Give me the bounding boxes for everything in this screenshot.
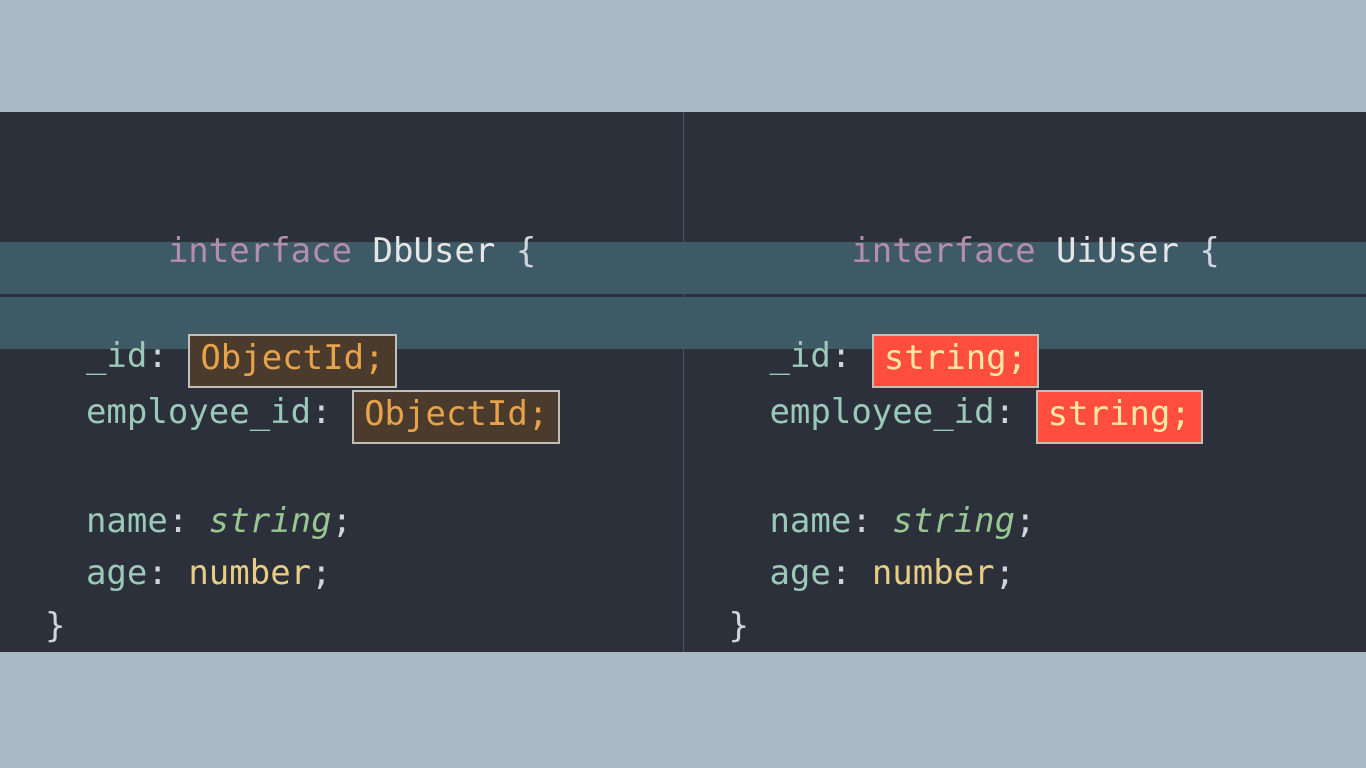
left-line-id: _id: ObjectId; — [45, 330, 663, 386]
left-declaration: interface DbUser { — [45, 172, 663, 330]
blank-line — [729, 442, 1347, 495]
left-close-brace: } — [45, 600, 663, 653]
right-line-id: _id: string; — [729, 330, 1347, 386]
right-code-pane: interface UiUser { _id: string; employee… — [684, 112, 1366, 652]
right-employee-type-highlight: string; — [1036, 390, 1203, 444]
left-id-type-highlight: ObjectId; — [188, 334, 396, 388]
open-brace: { — [516, 231, 536, 271]
right-close-brace: } — [729, 600, 1347, 653]
code-comparison: interface DbUser { _id: ObjectId; employ… — [0, 112, 1366, 652]
right-line-employee: employee_id: string; — [729, 386, 1347, 442]
left-line-employee: employee_id: ObjectId; — [45, 386, 663, 442]
left-line-age: age: number; — [45, 547, 663, 600]
left-line-name: name: string; — [45, 495, 663, 548]
right-id-type-highlight: string; — [872, 334, 1039, 388]
blank-line — [45, 442, 663, 495]
open-brace: { — [1199, 231, 1219, 271]
right-type-name: UiUser — [1056, 231, 1179, 271]
left-employee-type-highlight: ObjectId; — [352, 390, 560, 444]
left-type-name: DbUser — [373, 231, 496, 271]
right-line-age: age: number; — [729, 547, 1347, 600]
right-line-name: name: string; — [729, 495, 1347, 548]
keyword-interface: interface — [168, 231, 352, 271]
keyword-interface: interface — [851, 231, 1035, 271]
left-code-pane: interface DbUser { _id: ObjectId; employ… — [0, 112, 683, 652]
right-declaration: interface UiUser { — [729, 172, 1347, 330]
